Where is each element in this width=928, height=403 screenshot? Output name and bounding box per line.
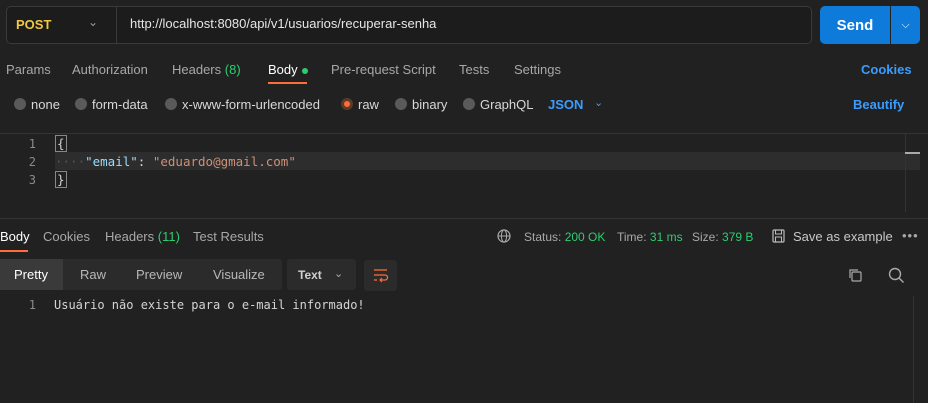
json-key: "email"	[85, 154, 138, 169]
close-brace: }	[55, 171, 67, 188]
tab-headers[interactable]: Headers (8)	[172, 62, 241, 77]
response-scrollbar[interactable]	[913, 296, 928, 403]
response-tab-headers[interactable]: Headers (11)	[105, 229, 180, 244]
save-as-example-button[interactable]: Save as example	[793, 229, 893, 244]
radio-graphql[interactable]	[463, 98, 475, 110]
line-number: 2	[28, 155, 36, 169]
option-urlencoded-label[interactable]: x-www-form-urlencoded	[182, 97, 320, 112]
active-tab-indicator	[268, 82, 307, 84]
copy-icon[interactable]	[848, 268, 863, 283]
radio-form-data[interactable]	[75, 98, 87, 110]
size-value: 379 B	[722, 230, 754, 244]
send-button[interactable]: Send	[820, 6, 890, 44]
method-selector[interactable]: POST	[16, 17, 51, 32]
response-tab-body[interactable]: Body	[0, 229, 30, 244]
active-response-tab-indicator	[0, 250, 28, 252]
view-preview[interactable]: Preview	[136, 267, 182, 282]
pane-divider[interactable]	[0, 218, 928, 219]
status-info[interactable]: Status: 200 OK	[524, 230, 605, 244]
json-colon: :	[137, 154, 153, 169]
option-raw-label[interactable]: raw	[358, 97, 379, 112]
status-label: Status:	[524, 230, 562, 244]
time-label: Time:	[617, 230, 647, 244]
chevron-down-icon: ⌄	[334, 268, 344, 280]
tab-pre-request-script[interactable]: Pre-request Script	[331, 62, 436, 77]
response-tab-test-results[interactable]: Test Results	[193, 229, 264, 244]
search-icon[interactable]	[888, 267, 905, 284]
chevron-down-icon: ⌵	[901, 18, 910, 31]
indent-guide: ····	[55, 154, 86, 169]
time-info[interactable]: Time: 31 ms	[617, 230, 683, 244]
tab-headers-label: Headers	[172, 62, 222, 77]
view-pretty[interactable]: Pretty	[14, 267, 48, 282]
size-info[interactable]: Size: 379 B	[692, 230, 753, 244]
send-options-button[interactable]: ⌵	[891, 6, 920, 44]
response-format-label: Text	[298, 268, 322, 282]
tab-tests[interactable]: Tests	[459, 62, 489, 77]
url-input[interactable]: http://localhost:8080/api/v1/usuarios/re…	[130, 16, 436, 31]
size-label: Size:	[692, 230, 719, 244]
cookies-link[interactable]: Cookies	[861, 62, 912, 77]
view-visualize[interactable]: Visualize	[213, 267, 265, 282]
chevron-down-icon[interactable]: ⌄	[88, 15, 98, 29]
option-none-label[interactable]: none	[31, 97, 60, 112]
more-options-icon[interactable]: •••	[902, 228, 919, 243]
chevron-down-icon[interactable]: ⌄	[594, 96, 603, 109]
radio-none[interactable]	[14, 98, 26, 110]
option-graphql-label[interactable]: GraphQL	[480, 97, 533, 112]
response-tab-headers-label: Headers	[105, 229, 155, 244]
line-number: 1	[28, 137, 36, 151]
tab-params[interactable]: Params	[6, 62, 51, 77]
response-body-text[interactable]: Usuário não existe para o e-mail informa…	[54, 298, 365, 312]
code-line-1[interactable]: {	[55, 135, 67, 152]
tab-body[interactable]: Body	[268, 62, 308, 77]
response-tab-cookies[interactable]: Cookies	[43, 229, 90, 244]
open-brace: {	[55, 135, 67, 152]
modified-dot-icon	[301, 67, 308, 74]
radio-x-www-form-urlencoded[interactable]	[165, 98, 177, 110]
editor-border	[0, 133, 928, 134]
body-format-select[interactable]: JSON	[548, 97, 583, 112]
view-raw[interactable]: Raw	[80, 267, 106, 282]
editor-scrollbar[interactable]	[905, 134, 921, 212]
json-value: "eduardo@gmail.com"	[152, 154, 296, 169]
url-divider	[116, 7, 117, 43]
code-line-3[interactable]: }	[55, 171, 67, 188]
line-number: 3	[28, 173, 36, 187]
tab-headers-count: (8)	[224, 62, 241, 77]
wrap-lines-icon	[374, 269, 389, 283]
tab-authorization[interactable]: Authorization	[72, 62, 148, 77]
option-form-data-label[interactable]: form-data	[92, 97, 148, 112]
status-badge: 200 OK	[564, 230, 606, 244]
globe-icon[interactable]	[497, 229, 511, 243]
code-line-2[interactable]: ····"email": "eduardo@gmail.com"	[55, 154, 296, 169]
radio-raw[interactable]	[341, 98, 353, 110]
tab-settings[interactable]: Settings	[514, 62, 561, 77]
wrap-lines-button[interactable]	[364, 260, 397, 291]
save-icon[interactable]	[772, 229, 785, 243]
radio-binary[interactable]	[395, 98, 407, 110]
time-value: 31 ms	[649, 230, 683, 244]
tab-body-label: Body	[268, 62, 298, 77]
option-binary-label[interactable]: binary	[412, 97, 447, 112]
response-tab-headers-count: (11)	[157, 229, 180, 244]
scrollbar-marker	[905, 152, 920, 154]
beautify-button[interactable]: Beautify	[853, 97, 904, 112]
line-number: 1	[28, 298, 36, 312]
